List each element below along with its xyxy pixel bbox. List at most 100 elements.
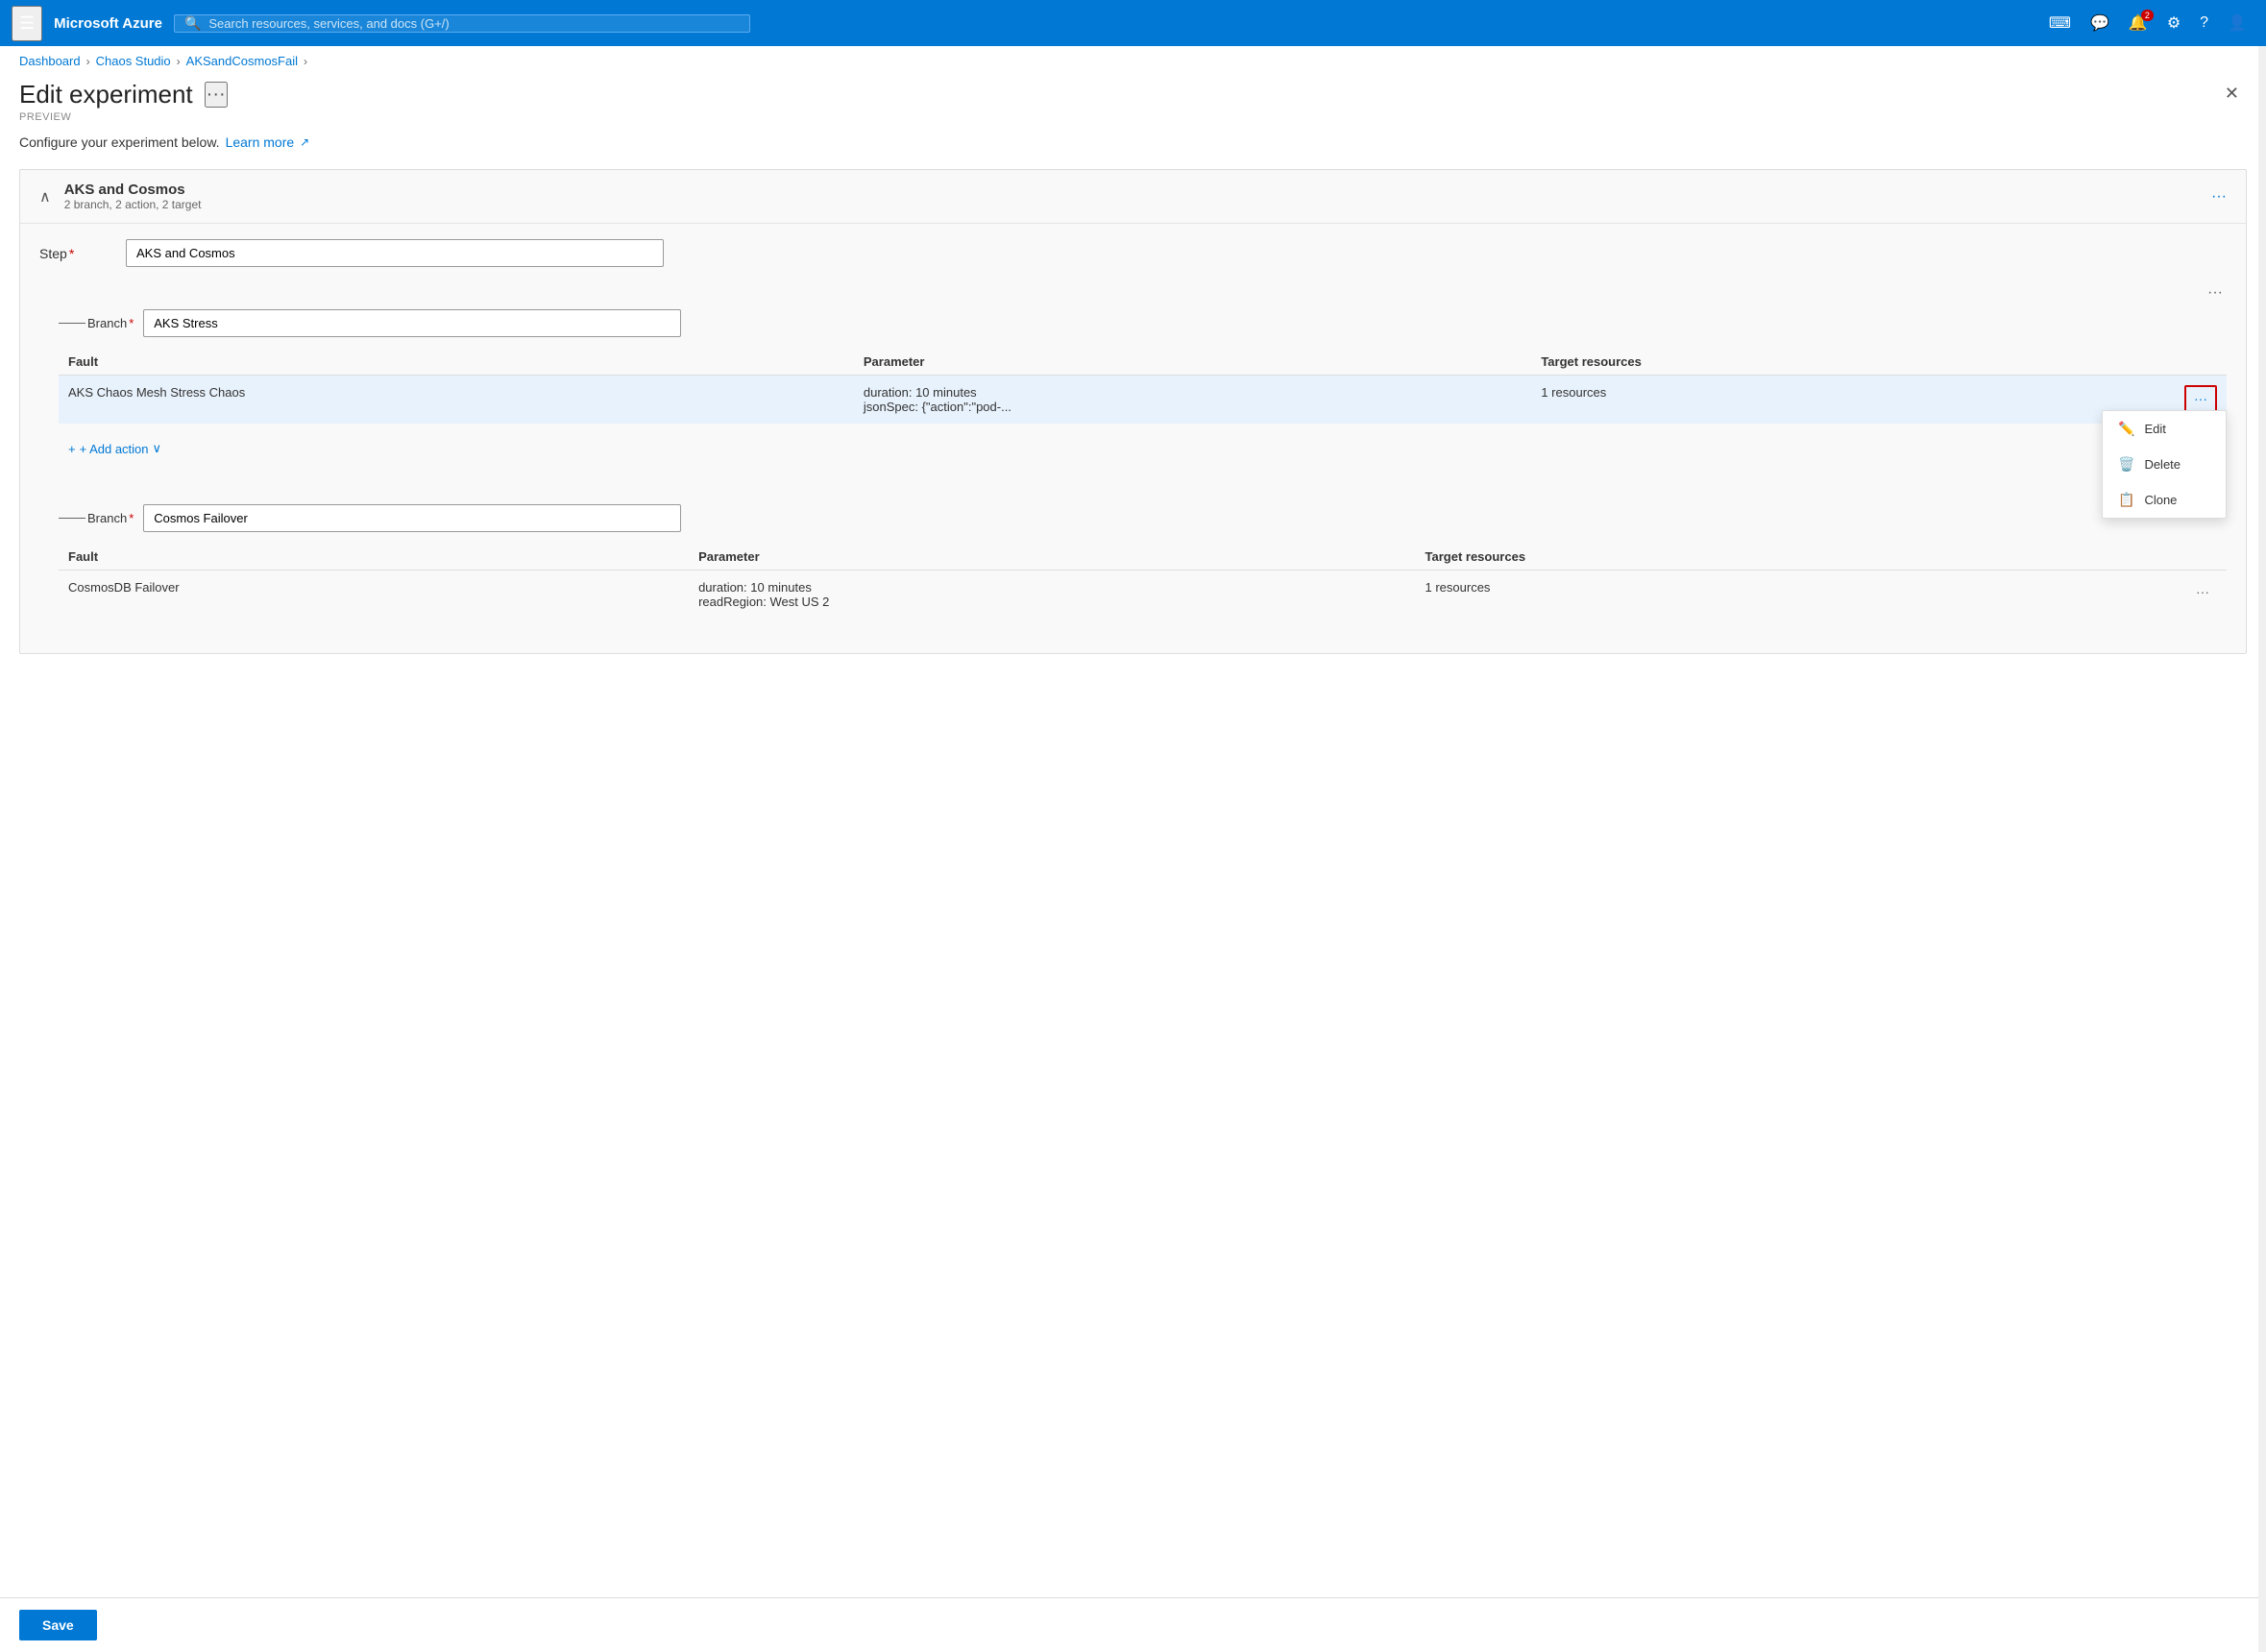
page-close-button[interactable]: ✕	[2217, 80, 2247, 108]
branch2-name-input[interactable]	[143, 504, 681, 532]
branch2-section: ··· Branch * Fault Par	[59, 475, 2227, 619]
breadcrumb: Dashboard › Chaos Studio › AKSandCosmosF…	[0, 46, 2266, 76]
content-area: Configure your experiment below. Learn m…	[0, 134, 2266, 731]
terminal-icon-btn[interactable]: ⌨	[2041, 8, 2079, 38]
notification-badge: 2	[2141, 10, 2154, 21]
search-icon: 🔍	[184, 15, 201, 32]
branch1-label-line: Branch *	[59, 316, 134, 330]
breadcrumb-experiment[interactable]: AKSandCosmosFail	[186, 54, 298, 68]
page-header-left: Edit experiment ··· PREVIEW	[19, 80, 228, 123]
branch2-fault-name: CosmosDB Failover	[59, 571, 689, 620]
delete-icon: 🗑️	[2118, 456, 2134, 473]
search-input[interactable]	[208, 16, 740, 31]
branch1-add-action-row: + + Add action ∨	[59, 437, 2227, 460]
context-menu: ✏️ Edit 🗑️ Delete 📋 Cl	[2102, 410, 2227, 519]
learn-more-link[interactable]: Learn more	[226, 134, 295, 150]
save-bar: Save	[0, 1597, 2266, 1652]
step-header: ∧ AKS and Cosmos 2 branch, 2 action, 2 t…	[20, 170, 2246, 224]
breadcrumb-sep-1: ›	[86, 55, 90, 68]
settings-icon-btn[interactable]: ⚙	[2159, 8, 2188, 38]
branch1-label: Branch	[87, 316, 127, 330]
branch1-param-col-header: Parameter	[854, 349, 1531, 376]
branch1-fault-name: AKS Chaos Mesh Stress Chaos	[59, 376, 854, 425]
account-icon-btn[interactable]: 👤	[2220, 8, 2254, 38]
branch1-fault-menu-btn[interactable]: ···	[2184, 385, 2217, 412]
branch2-target-col-header: Target resources	[1416, 544, 1995, 571]
branch1-top-ellipsis-btn[interactable]: ···	[2204, 280, 2227, 305]
edit-icon: ✏️	[2118, 421, 2134, 437]
step-name: AKS and Cosmos	[64, 182, 202, 198]
step-label: Step	[39, 246, 67, 261]
clone-icon: 📋	[2118, 492, 2134, 508]
branch2-table-header: Fault Parameter Target resources	[59, 544, 2227, 571]
step-ellipsis-button[interactable]: ···	[2207, 184, 2230, 209]
branch2-fault-menu-btn[interactable]: ···	[2188, 580, 2217, 603]
context-menu-clone-label: Clone	[2144, 493, 2177, 507]
branch2-dash	[59, 518, 85, 519]
add-action-chevron: ∨	[153, 441, 162, 456]
branch2-fault-params: duration: 10 minutes readRegion: West US…	[689, 571, 1415, 620]
context-menu-delete-label: Delete	[2144, 457, 2181, 472]
page-title: Edit experiment	[19, 80, 193, 109]
configure-description: Configure your experiment below.	[19, 134, 220, 150]
breadcrumb-dashboard[interactable]: Dashboard	[19, 54, 81, 68]
branch2-fault-row-1: CosmosDB Failover duration: 10 minutes r…	[59, 571, 2227, 620]
branch2-required-star: *	[129, 511, 134, 525]
breadcrumb-sep-2: ›	[177, 55, 181, 68]
branch2-label-line: Branch *	[59, 511, 134, 525]
top-nav: ☰ Microsoft Azure 🔍 ⌨ 💬 🔔 2 ⚙ ? 👤	[0, 0, 2266, 46]
context-menu-clone[interactable]: 📋 Clone	[2103, 482, 2226, 518]
configure-text: Configure your experiment below. Learn m…	[19, 134, 2247, 150]
hamburger-menu[interactable]: ☰	[12, 6, 42, 41]
page-subtitle: PREVIEW	[19, 111, 228, 123]
brand-name: Microsoft Azure	[54, 15, 162, 32]
step-info: AKS and Cosmos 2 branch, 2 action, 2 tar…	[64, 182, 202, 211]
branch1-fault-targets: 1 resources	[1531, 376, 2016, 425]
page-header: Edit experiment ··· PREVIEW ✕	[0, 76, 2266, 134]
scrollbar[interactable]	[2258, 46, 2266, 1652]
context-menu-edit-label: Edit	[2144, 422, 2165, 436]
branch1-target-col-header: Target resources	[1531, 349, 2016, 376]
step-body: Step * ··· Branch *	[20, 224, 2246, 653]
branch2-ellipsis-row: ···	[59, 475, 2227, 500]
branch2-fault-table: Fault Parameter Target resources CosmosD…	[59, 544, 2227, 619]
step-header-left: ∧ AKS and Cosmos 2 branch, 2 action, 2 t…	[36, 182, 201, 211]
page-title-ellipsis-btn[interactable]: ···	[205, 82, 228, 108]
branch1-fault-row-1: AKS Chaos Mesh Stress Chaos duration: 10…	[59, 376, 2227, 425]
branch2-fault-col-header: Fault	[59, 544, 689, 571]
branch2-param-col-header: Parameter	[689, 544, 1415, 571]
branch2-label: Branch	[87, 511, 127, 525]
branch1-fault-col-header: Fault	[59, 349, 854, 376]
branch1-fault-params: duration: 10 minutes jsonSpec: {"action"…	[854, 376, 1531, 425]
add-action-label: + Add action	[80, 442, 149, 456]
step-name-row: Step *	[39, 239, 2227, 267]
help-icon-btn[interactable]: ?	[2192, 9, 2216, 37]
step-collapse-button[interactable]: ∧	[36, 185, 55, 208]
branch1-add-action-btn[interactable]: + + Add action ∨	[68, 441, 161, 456]
feedback-icon-btn[interactable]: 💬	[2083, 8, 2117, 38]
search-bar[interactable]: 🔍	[174, 14, 750, 33]
branch2-fault-actions: ···	[1994, 571, 2227, 620]
context-menu-delete[interactable]: 🗑️ Delete	[2103, 447, 2226, 482]
breadcrumb-sep-3: ›	[304, 55, 307, 68]
add-action-plus-icon: +	[68, 442, 76, 456]
page-header-title-area: Edit experiment ··· PREVIEW	[19, 80, 228, 123]
branch1-fault-actions: ··· ✏️ Edit 🗑️ Delete	[2016, 376, 2227, 425]
step-meta: 2 branch, 2 action, 2 target	[64, 198, 202, 211]
branch2-fault-targets: 1 resources	[1416, 571, 1995, 620]
step-name-input[interactable]	[126, 239, 664, 267]
step-container: ∧ AKS and Cosmos 2 branch, 2 action, 2 t…	[19, 169, 2247, 654]
breadcrumb-chaos-studio[interactable]: Chaos Studio	[96, 54, 171, 68]
branch1-name-input[interactable]	[143, 309, 681, 337]
context-menu-edit[interactable]: ✏️ Edit	[2103, 411, 2226, 447]
notifications-icon-btn[interactable]: 🔔 2	[2121, 8, 2156, 38]
external-link-icon: ↗	[300, 135, 309, 149]
branch1-dash	[59, 323, 85, 324]
branch2-name-row: Branch *	[59, 504, 2227, 532]
branch1-ellipsis-row: ···	[59, 280, 2227, 305]
branch1-section: ··· Branch * Fault Par	[59, 280, 2227, 460]
branch1-name-row: Branch *	[59, 309, 2227, 337]
save-button[interactable]: Save	[19, 1610, 97, 1640]
branch1-table-header: Fault Parameter Target resources	[59, 349, 2227, 376]
branch1-fault-table: Fault Parameter Target resources AKS Cha…	[59, 349, 2227, 424]
